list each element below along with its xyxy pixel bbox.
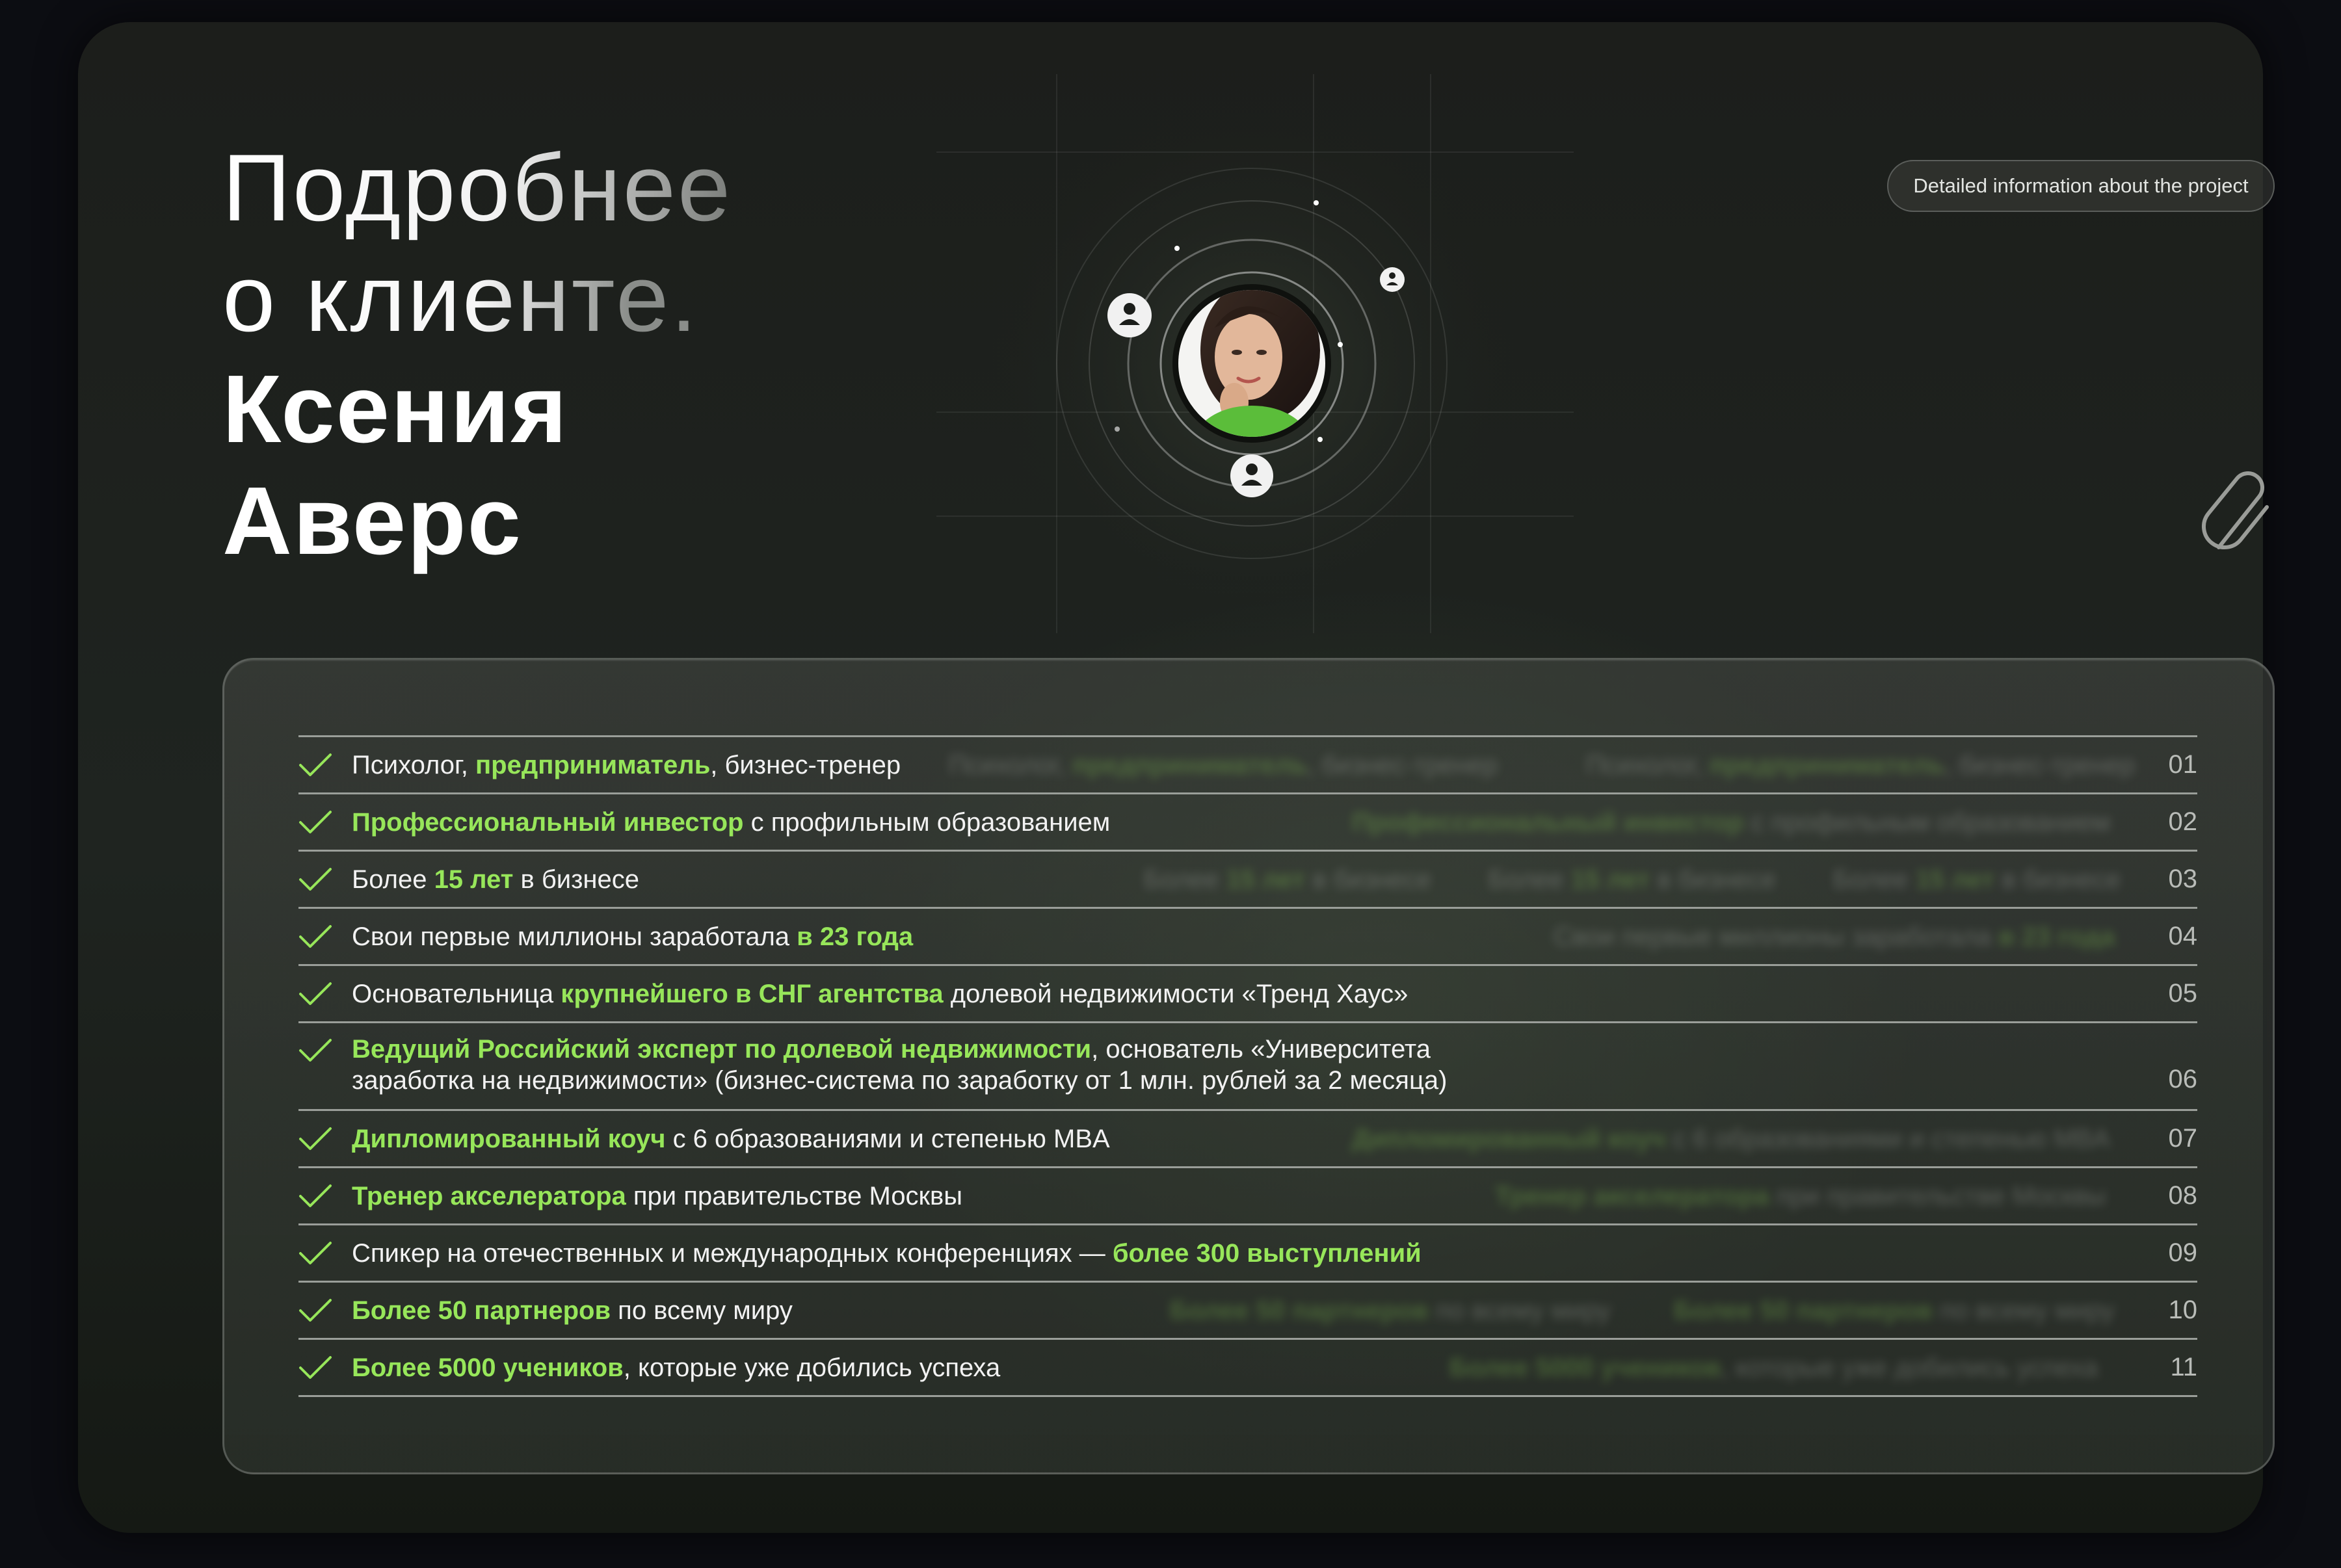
check-icon [299,982,332,1005]
fact-text: Психолог, предприниматель, бизнес-тренер [352,750,901,779]
fact-text: Ведущий Российский эксперт по долевой не… [352,1035,1431,1064]
fact-number: 02 [2168,807,2198,836]
fact-text: Более 5000 учеников, которые уже добилис… [352,1353,1001,1382]
check-icon [299,1298,332,1322]
list-item: Спикер на отечественных и международных … [298,1225,2197,1283]
user-icon [1380,267,1405,292]
fact-echo: Свои первые миллионы заработала в 23 год… [1554,922,2115,951]
fact-number: 01 [2168,750,2198,779]
facts-panel: Психолог, предприниматель, бизнес-тренер… [222,658,2275,1474]
fact-echo: Более 50 партнеров по всему миру [1674,1296,2115,1325]
fact-echo: Более 15 лет в бизнесе [1833,865,2121,894]
list-item: Более 50 партнеров по всему миру Более 5… [298,1283,2197,1340]
check-icon [299,810,332,833]
fact-number: 05 [2168,979,2198,1008]
check-icon [299,1241,332,1264]
fact-echo: Более 15 лет в бизнесе [1144,865,1432,894]
list-item: Более 5000 учеников, которые уже добилис… [298,1340,2197,1397]
fact-echo: Дипломированный коуч с 6 образованиями и… [1352,1124,2110,1153]
page-title: Подробнее о клиенте. Ксения Аверс [222,133,732,577]
list-item: Ведущий Российский эксперт по долевой не… [298,1023,2197,1111]
list-item: Психолог, предприниматель, бизнес-тренер… [298,737,2197,794]
fact-text: Более 50 партнеров по всему миру [352,1296,793,1325]
check-icon [299,753,332,776]
client-last-name: Аверс [222,465,732,577]
fact-echo: Тренер акселератора при правительстве Мо… [1495,1181,2106,1210]
project-info-badge[interactable]: Detailed information about the project [1887,160,2275,212]
list-item: Свои первые миллионы заработала в 23 год… [298,909,2197,966]
fact-text: Спикер на отечественных и международных … [352,1238,1422,1268]
fact-number: 06 [2168,1065,2198,1093]
user-icon [1107,293,1152,337]
fact-number: 04 [2168,922,2198,950]
fact-number: 08 [2168,1181,2198,1210]
check-icon [299,1127,332,1150]
client-first-name: Ксения [222,356,568,463]
fact-text: Более 15 лет в бизнесе [352,865,640,894]
fact-number: 03 [2168,865,2198,893]
title-line-1: Подробнее [222,133,732,243]
fact-echo: Более 15 лет в бизнесе [1488,865,1777,894]
fact-echo: Более 5000 учеников, которые уже добилис… [1449,1353,2098,1382]
check-icon [299,1039,332,1062]
fact-text: Основательница крупнейшего в СНГ агентст… [352,979,1409,1008]
fact-number: 11 [2170,1353,2197,1381]
list-item: Дипломированный коуч с 6 образованиями и… [298,1111,2197,1168]
project-info-badge-label: Detailed information about the project [1913,174,2249,197]
client-info-card: Подробнее о клиенте. Ксения Аверс Detail… [78,22,2275,1533]
fact-text: Свои первые миллионы заработала в 23 год… [352,922,914,951]
client-orbit-graphic [936,74,1574,643]
fact-text: Профессиональный инвестор с профильным о… [352,807,1111,837]
facts-list: Психолог, предприниматель, бизнес-тренер… [298,735,2197,1397]
fact-text: Тренер акселератора при правительстве Мо… [352,1181,962,1210]
fact-number: 10 [2168,1296,2198,1324]
fact-number: 09 [2168,1238,2198,1267]
paperclip-icon[interactable] [2199,471,2277,562]
check-icon [299,867,332,891]
user-icon [1230,454,1273,497]
check-icon [299,1184,332,1207]
title-line-2: о клиенте. [222,243,732,354]
fact-number: 07 [2168,1124,2198,1153]
check-icon [299,1355,332,1379]
list-item: Тренер акселератора при правительстве Мо… [298,1168,2197,1225]
fact-text: Дипломированный коуч с 6 образованиями и… [352,1124,1110,1153]
fact-echo: Психолог, предприниматель, бизнес-тренер [1586,750,2136,779]
fact-text-continued: заработка на недвижимости» (бизнес-систе… [352,1066,1448,1095]
list-item: Профессиональный инвестор с профильным о… [298,794,2197,852]
list-item: Основательница крупнейшего в СНГ агентст… [298,966,2197,1023]
fact-echo: Психолог, предприниматель, бизнес-тренер [949,750,1498,779]
check-icon [299,924,332,948]
fact-echo: Более 50 партнеров по всему миру [1170,1296,1611,1325]
list-item: Более 15 лет в бизнесе Более 15 лет в би… [298,852,2197,909]
fact-echo: Профессиональный инвестор с профильным о… [1352,807,2111,837]
